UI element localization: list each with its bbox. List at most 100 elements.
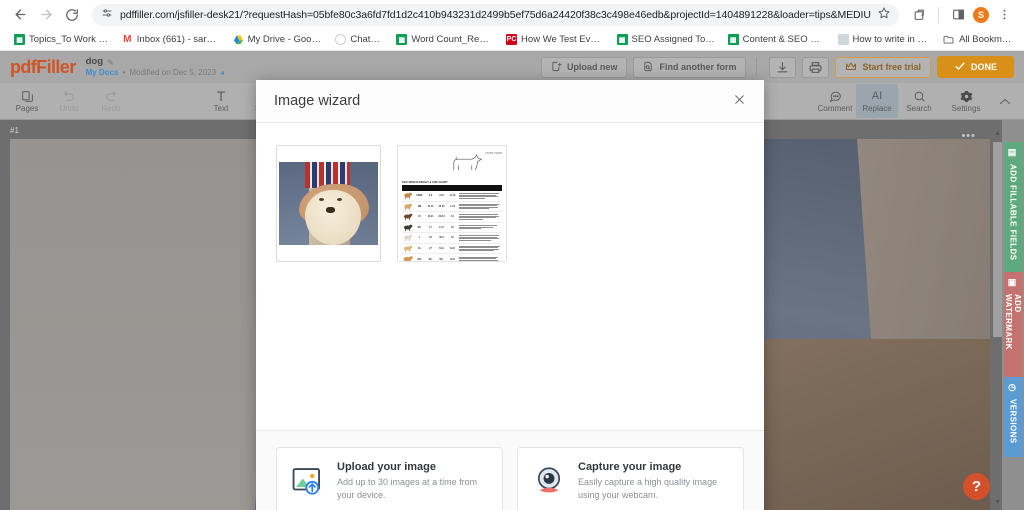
vertical-scrollbar-thumb[interactable] xyxy=(993,142,1002,337)
page-number-label: #1 xyxy=(10,126,19,135)
bookmark-item[interactable]: ChatGPT xyxy=(329,32,390,47)
bookmark-item[interactable]: ▦ Content & SEO She… xyxy=(722,32,832,47)
chart-cell-life: 10 xyxy=(448,215,457,218)
sheets-icon: ▦ xyxy=(617,34,628,45)
thumbnail-image xyxy=(279,162,378,245)
tool-label: Replace xyxy=(862,104,891,113)
upload-new-label: Upload new xyxy=(567,62,618,72)
search-icon xyxy=(913,90,926,103)
bookmark-label: My Drive - Google… xyxy=(248,34,324,45)
all-bookmarks-button[interactable]: All Bookmarks xyxy=(937,32,1016,47)
scroll-up-arrow[interactable]: ▲ xyxy=(994,130,1001,137)
undo-icon xyxy=(62,90,76,103)
tool-replace[interactable]: AI Replace xyxy=(856,84,898,118)
bookmark-item[interactable]: ▦ SEO Assigned Topic… xyxy=(611,32,722,47)
dog-photo-thumbnail[interactable] xyxy=(276,145,381,262)
tool-label: Comment xyxy=(818,104,853,113)
done-button[interactable]: DONE xyxy=(937,56,1014,78)
crown-icon xyxy=(845,61,857,73)
tool-pages[interactable]: Pages xyxy=(6,84,48,118)
bookmark-item[interactable]: M Inbox (661) - sarang… xyxy=(116,32,227,47)
chart-cell-weight: 40-6 xyxy=(437,236,446,239)
divider xyxy=(938,7,939,23)
tool-text[interactable]: T Text xyxy=(200,84,242,118)
bookmark-label: ChatGPT xyxy=(350,34,384,45)
rail-tab-add-watermark[interactable]: ▣ ADD WATERMARK xyxy=(1004,272,1023,377)
chart-cell-height: 17 xyxy=(426,226,435,229)
toolbar-collapse-button[interactable] xyxy=(992,84,1018,118)
print-icon[interactable] xyxy=(802,57,829,78)
tool-comment[interactable]: Comment xyxy=(814,84,856,118)
bookmark-item[interactable]: ▦ Topics_To Work On… xyxy=(8,32,116,47)
folder-icon xyxy=(943,34,954,45)
chart-cell-breeds xyxy=(459,246,502,252)
scroll-down-arrow[interactable]: ▼ xyxy=(994,499,1001,506)
redo-icon xyxy=(104,90,118,103)
bookmark-item[interactable]: ▦ Word Count_Report… xyxy=(390,32,500,47)
bookmark-item[interactable]: PC How We Test Everyt… xyxy=(500,32,610,47)
forward-arrow-icon[interactable] xyxy=(34,3,58,27)
edit-pencil-icon[interactable]: ✎ xyxy=(107,58,114,67)
chart-cell-breeds xyxy=(459,257,502,263)
bookmark-item[interactable]: How to write in plai… xyxy=(832,32,938,47)
tool-label: Redo xyxy=(101,104,120,113)
chart-cell-breeds xyxy=(459,235,502,241)
reload-icon[interactable] xyxy=(60,3,84,27)
fillable-fields-icon: ▤ xyxy=(1008,148,1018,158)
text-icon: T xyxy=(217,90,226,103)
chart-row: L 22 40-6 10 xyxy=(402,233,502,244)
chart-cell-height: 40+ xyxy=(426,258,435,261)
tool-redo[interactable]: Redo xyxy=(90,84,132,118)
chart-row: XL 27 61-9 8-10 xyxy=(402,244,502,255)
help-button[interactable]: ? xyxy=(963,473,990,500)
bookmark-label: How to write in plai… xyxy=(853,34,932,45)
my-docs-link[interactable]: My Docs xyxy=(86,68,119,77)
document-name: dog xyxy=(86,57,103,68)
chart-thumb-header: nom nom xyxy=(402,151,502,179)
chart-cell-size: XXL xyxy=(415,258,424,261)
dog-breed-icon xyxy=(402,255,413,262)
rail-tab-add-fillable-fields[interactable]: ▤ ADD FILLABLE FIELDS xyxy=(1004,142,1023,272)
chart-cell-life: 10 xyxy=(448,226,457,229)
chrome-menu-icon[interactable] xyxy=(992,3,1016,27)
chevron-up-icon xyxy=(999,95,1011,108)
tool-settings[interactable]: Settings xyxy=(940,84,992,118)
star-icon[interactable] xyxy=(878,6,890,24)
upload-your-image-option[interactable]: Upload your image Add up to 30 images at… xyxy=(276,447,503,510)
chart-cell-life: 7-13 xyxy=(448,205,457,208)
rail-tab-versions[interactable]: ◷ VERSIONS xyxy=(1004,377,1023,457)
modified-date: Modified on Dec 5, 2023 xyxy=(129,68,216,77)
history-clock-icon[interactable]: ◕ xyxy=(220,68,225,77)
capture-your-image-option[interactable]: Capture your image Easily capture a high… xyxy=(517,447,744,510)
chart-cell-weight: 17-2 xyxy=(437,226,446,229)
find-another-form-button[interactable]: Find another form xyxy=(633,57,746,78)
dog-breed-icon xyxy=(402,233,413,242)
share-icon[interactable] xyxy=(907,3,931,27)
chart-cell-breeds xyxy=(459,214,502,220)
dog-breed-chart-thumbnail[interactable]: nom nom DOG BREED WEIGHT & SIZE CHART XS… xyxy=(397,145,507,262)
tool-label: Search xyxy=(906,104,931,113)
chart-cell-life: 10 xyxy=(448,236,457,239)
option-description: Add up to 30 images at a time from your … xyxy=(337,476,488,500)
bookmark-item[interactable]: My Drive - Google… xyxy=(227,32,330,47)
back-arrow-icon[interactable] xyxy=(8,3,32,27)
tool-undo[interactable]: Undo xyxy=(48,84,90,118)
close-icon[interactable] xyxy=(733,93,746,109)
chart-row: M 16-21 26-40 10 xyxy=(402,212,502,223)
chart-cell-breeds xyxy=(459,204,502,210)
address-bar[interactable]: pdffiller.com/jsfiller-desk21/?requestHa… xyxy=(92,4,899,26)
upload-new-button[interactable]: Upload new xyxy=(541,57,628,78)
chart-row: SM 10-15 10-25 7-13 xyxy=(402,202,502,213)
start-free-trial-button[interactable]: Start free trial xyxy=(835,57,931,78)
dog-outline-icon xyxy=(449,151,485,177)
tool-label: Text xyxy=(214,104,229,113)
download-icon[interactable] xyxy=(769,57,796,78)
profile-avatar[interactable]: S xyxy=(973,7,989,23)
side-panel-icon[interactable] xyxy=(946,3,970,27)
drive-icon xyxy=(233,34,244,45)
site-settings-icon[interactable] xyxy=(101,6,113,24)
tool-search[interactable]: Search xyxy=(898,84,940,118)
rail-tab-label: ADD WATERMARK xyxy=(1004,294,1022,371)
modal-footer: Upload your image Add up to 30 images at… xyxy=(256,430,764,510)
pdffiller-logo[interactable]: pdfFiller xyxy=(10,57,76,78)
